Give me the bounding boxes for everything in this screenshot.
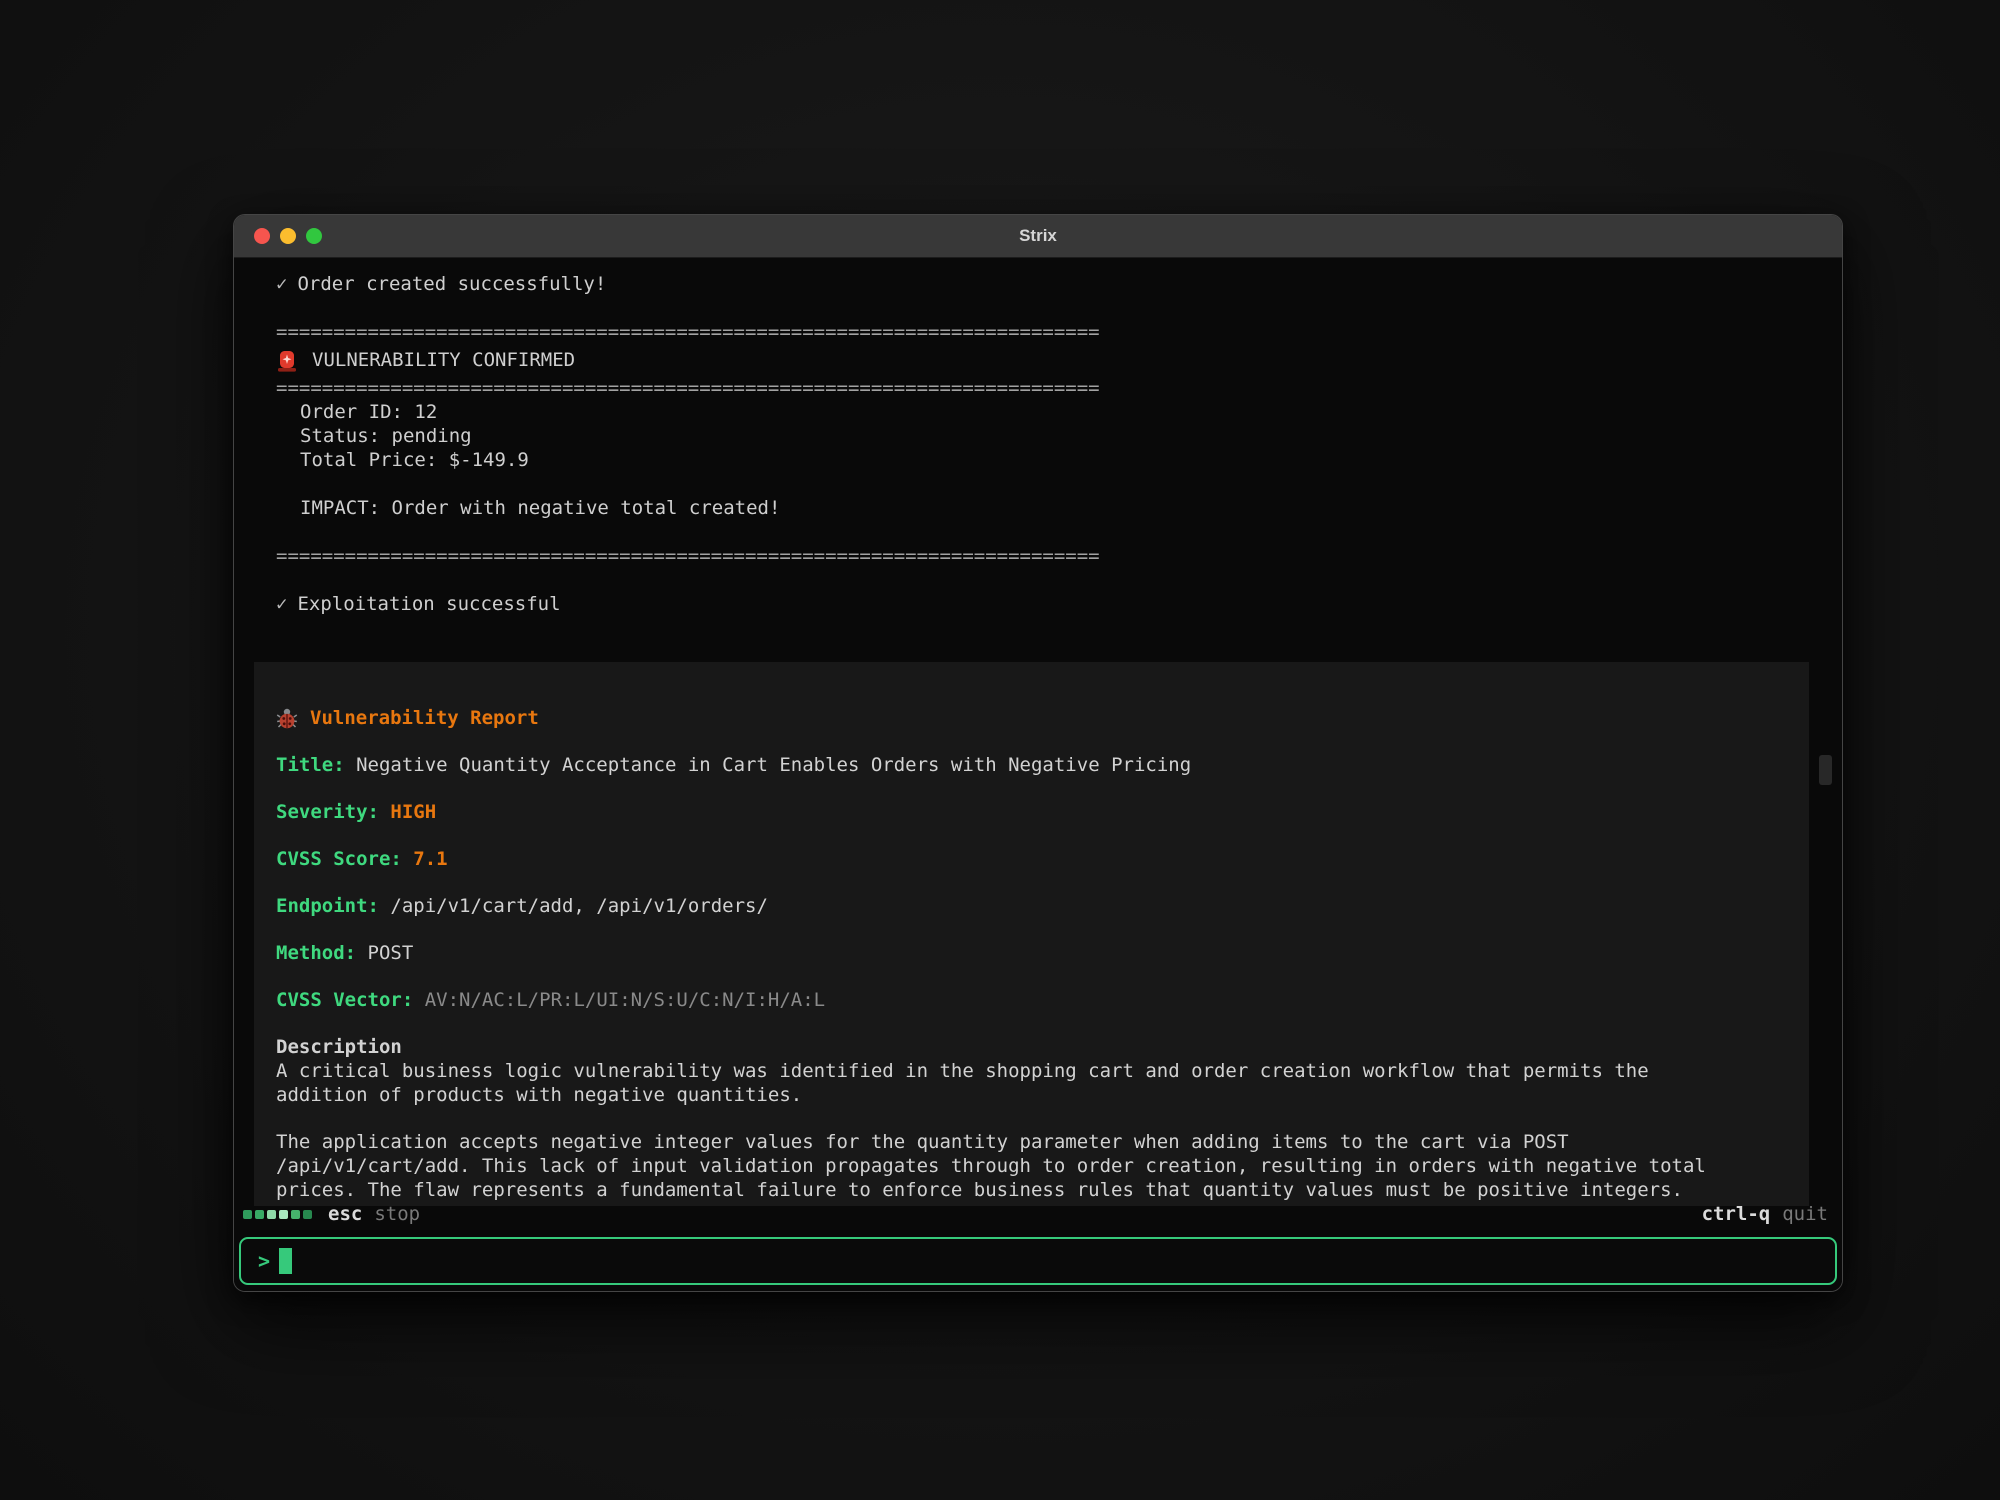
title-value-text: Negative Quantity Acceptance in Cart Ena… (356, 754, 1191, 776)
divider-line: ========================================… (234, 544, 1842, 568)
severity-label: Severity: (276, 801, 379, 823)
description-line: The application accepts negative integer… (276, 1130, 1787, 1154)
vulnerability-confirmed-title: VULNERABILITY CONFIRMED (312, 348, 575, 372)
method-label: Method: (276, 942, 356, 964)
check-icon: ✓ (276, 273, 287, 295)
order-status-line: Status: pending (234, 424, 1842, 448)
minimize-button[interactable] (280, 228, 296, 244)
report-endpoint-row: Endpoint: /api/v1/cart/add, /api/v1/orde… (276, 894, 1787, 918)
severity-value: HIGH (390, 801, 436, 823)
traffic-lights (254, 215, 322, 257)
terminal-output: ✓ Order created successfully! ===========… (234, 258, 1842, 1291)
scrollbar-thumb[interactable] (1819, 755, 1832, 785)
report-method-row: Method: POST (276, 941, 1787, 965)
window-titlebar[interactable]: Strix (234, 215, 1842, 258)
report-cvss-vector-row: CVSS Vector: AV:N/AC:L/PR:L/UI:N/S:U/C:N… (276, 988, 1787, 1012)
vulnerability-confirmed-banner: VULNERABILITY CONFIRMED (234, 344, 1842, 376)
title-value (345, 754, 356, 776)
total-price-line: Total Price: $-149.9 (234, 448, 1842, 472)
report-severity-row: Severity: HIGH (276, 800, 1787, 824)
close-button[interactable] (254, 228, 270, 244)
status-bar: esc stop ctrl-q quit (243, 1200, 1828, 1228)
cvss-score-label: CVSS Score: (276, 848, 402, 870)
report-header-row: Vulnerability Report (276, 706, 1787, 730)
siren-icon (276, 348, 298, 373)
text-cursor (279, 1248, 292, 1274)
quit-key-hint: ctrl-q (1702, 1203, 1771, 1225)
description-line: addition of products with negative quant… (276, 1083, 1787, 1107)
order-success-line: ✓ Order created successfully! (234, 272, 1842, 296)
strix-terminal-window: Strix ✓ Order created successfully! =====… (233, 214, 1843, 1292)
esc-key-hint: esc (328, 1203, 362, 1225)
zoom-button[interactable] (306, 228, 322, 244)
activity-spinner (243, 1210, 312, 1219)
divider-line: ========================================… (234, 376, 1842, 400)
vulnerability-report-panel: Vulnerability Report Title: Negative Qua… (254, 662, 1809, 1206)
window-title: Strix (234, 226, 1842, 246)
bug-icon (276, 707, 298, 730)
impact-line: IMPACT: Order with negative total create… (234, 496, 1842, 520)
endpoint-value: /api/v1/cart/add, /api/v1/orders/ (390, 895, 768, 917)
report-description: Description A critical business logic vu… (276, 1035, 1787, 1202)
description-line: /api/v1/cart/add. This lack of input val… (276, 1154, 1787, 1178)
order-success-text: Order created successfully! (297, 273, 606, 295)
report-header-title: Vulnerability Report (310, 706, 539, 730)
cvss-vector-value: AV:N/AC:L/PR:L/UI:N/S:U/C:N/I:H/A:L (425, 989, 825, 1011)
quit-action-label: quit (1782, 1203, 1828, 1225)
order-id-line: Order ID: 12 (234, 400, 1842, 424)
check-icon: ✓ (276, 593, 287, 615)
prompt-symbol: > (258, 1249, 270, 1273)
cvss-vector-label: CVSS Vector: (276, 989, 413, 1011)
exploitation-text: Exploitation successful (297, 593, 560, 615)
method-value: POST (368, 942, 414, 964)
description-line: prices. The flaw represents a fundamenta… (276, 1178, 1787, 1202)
report-title-row: Title: Negative Quantity Acceptance in C… (276, 753, 1787, 777)
description-line: A critical business logic vulnerability … (276, 1059, 1787, 1083)
divider-line: ========================================… (234, 320, 1842, 344)
report-cvss-score-row: CVSS Score: 7.1 (276, 847, 1787, 871)
command-input[interactable]: > (239, 1237, 1837, 1285)
exploitation-line: ✓ Exploitation successful (234, 592, 1842, 616)
cvss-score-value: 7.1 (413, 848, 447, 870)
title-label: Title: (276, 754, 345, 776)
description-heading: Description (276, 1035, 1787, 1059)
esc-action-label: stop (374, 1203, 420, 1225)
desktop: Strix ✓ Order created successfully! =====… (0, 0, 2000, 1500)
endpoint-label: Endpoint: (276, 895, 379, 917)
